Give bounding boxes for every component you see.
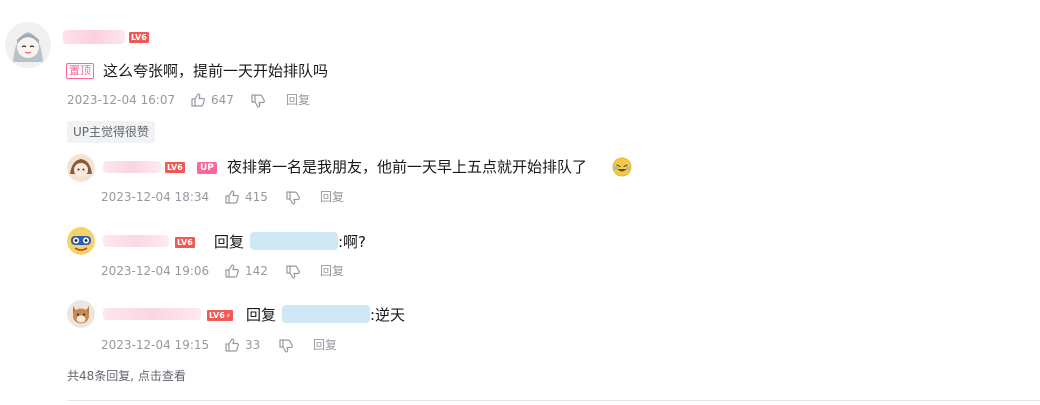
laughing-emoji-icon	[612, 157, 632, 177]
reply-button[interactable]: 回复	[320, 263, 344, 279]
reply-timestamp: 2023-12-04 19:15	[101, 338, 210, 352]
reply-button[interactable]: 回复	[313, 337, 337, 353]
level-badge: LV6	[129, 32, 149, 43]
like-count: 142	[245, 264, 268, 278]
reply-avatar[interactable]	[67, 227, 95, 255]
reply-button[interactable]: 回复	[320, 189, 344, 205]
reply-username[interactable]	[103, 161, 161, 173]
reply-timestamp: 2023-12-04 19:06	[101, 264, 210, 278]
level-badge: LV6	[175, 237, 195, 248]
level-badge: LV6	[165, 162, 185, 173]
thumbs-down-icon[interactable]	[285, 190, 301, 206]
level-badge: LV6	[207, 310, 233, 321]
reply-avatar[interactable]	[67, 154, 95, 182]
thumbs-down-icon[interactable]	[278, 338, 294, 354]
main-comment-username[interactable]	[63, 30, 125, 44]
thumbs-down-icon[interactable]	[285, 264, 301, 280]
view-more-replies-link[interactable]: 共48条回复, 点击查看	[67, 368, 186, 384]
mentioned-user[interactable]	[250, 232, 338, 250]
pinned-badge: 置顶	[66, 63, 94, 79]
thumbs-up-icon[interactable]	[224, 263, 240, 279]
thumbs-up-icon[interactable]	[224, 189, 240, 205]
reply-avatar[interactable]	[67, 300, 95, 328]
comment-timestamp: 2023-12-04 16:07	[67, 93, 176, 107]
mentioned-user[interactable]	[282, 305, 370, 323]
like-count: 647	[211, 93, 234, 107]
comment-divider	[67, 400, 1040, 401]
main-comment-avatar[interactable]	[5, 22, 51, 68]
thumbs-up-icon[interactable]	[224, 337, 240, 353]
like-count: 415	[245, 190, 268, 204]
thumbs-up-icon[interactable]	[190, 92, 206, 108]
reply-username[interactable]	[103, 308, 201, 320]
reply-text: :啊?	[338, 233, 367, 251]
reply-button[interactable]: 回复	[286, 92, 310, 108]
up-badge: UP	[197, 162, 217, 174]
reply-prefix: 回复	[214, 233, 245, 251]
reply-prefix: 回复	[246, 306, 277, 324]
main-comment-text: 这么夸张啊，提前一天开始排队吗	[103, 62, 329, 80]
reply-timestamp: 2023-12-04 18:34	[101, 190, 210, 204]
reply-text: :逆天	[370, 306, 406, 324]
reply-username[interactable]	[103, 235, 169, 247]
reply-text: 夜排第一名是我朋友，他前一天早上五点就开始排队了	[227, 158, 588, 176]
thumbs-down-icon[interactable]	[250, 93, 266, 109]
up-liked-badge: UP主觉得很赞	[67, 121, 156, 143]
like-count: 33	[245, 338, 261, 352]
